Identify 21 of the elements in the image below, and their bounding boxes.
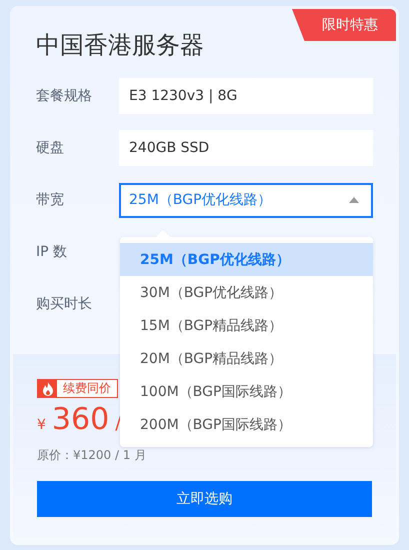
flame-icon — [42, 382, 54, 396]
dropdown-option[interactable]: 15M（BGP精品线路） — [120, 309, 373, 342]
original-price: 原价：¥1200 / 1 月 — [37, 447, 148, 464]
dropdown-option[interactable]: 100M（BGP国际线路） — [120, 375, 373, 408]
input-field[interactable]: E3 1230v3 | 8G — [119, 78, 373, 114]
field-label: 套餐规格 — [36, 87, 93, 105]
select-field[interactable]: 25M（BGP优化线路） — [119, 182, 373, 218]
price-amount: 360 — [52, 402, 110, 437]
field-label: 硬盘 — [36, 139, 65, 157]
field-label: IP 数 — [36, 243, 68, 261]
dropdown-option[interactable]: 200M（BGP国际线路） — [120, 408, 373, 441]
buy-button[interactable]: 立即选购 — [37, 481, 372, 517]
dropdown-option[interactable]: 20M（BGP精品线路） — [120, 342, 373, 375]
caret-icon — [349, 197, 359, 203]
dropdown-option[interactable]: 30M（BGP优化线路） — [120, 276, 373, 309]
field-label: 带宽 — [36, 191, 65, 209]
card-title: 中国香港服务器 — [36, 30, 205, 60]
field-label: 购买时长 — [36, 295, 93, 313]
currency-symbol: ¥ — [37, 417, 46, 433]
promo-badge: 限时特惠 — [292, 9, 396, 41]
input-field[interactable]: 240GB SSD — [119, 130, 373, 166]
